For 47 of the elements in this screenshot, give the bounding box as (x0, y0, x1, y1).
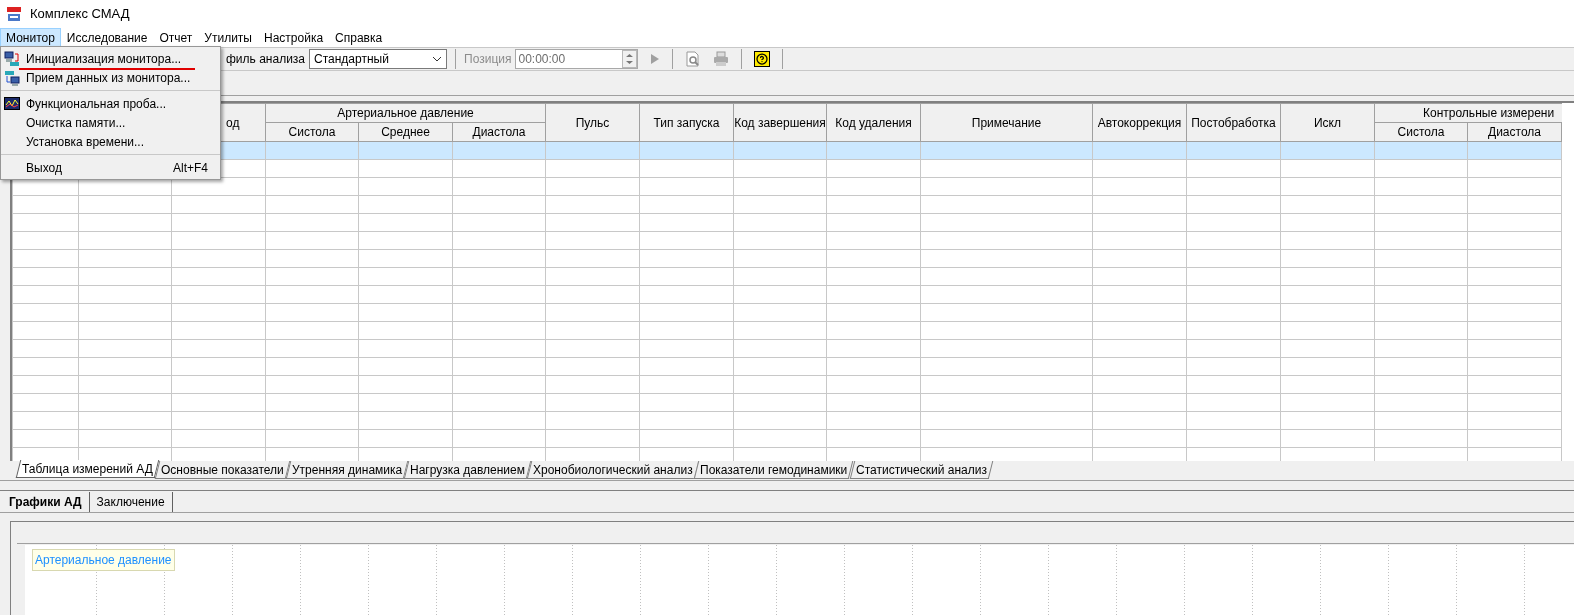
tab[interactable]: Нагрузка давлением (403, 461, 531, 479)
column-header[interactable]: Постобработка (1186, 103, 1281, 142)
menu-item[interactable]: Настройка (258, 28, 330, 47)
position-field[interactable]: 00:00:00 (515, 49, 639, 69)
spinner-icon[interactable] (622, 50, 638, 68)
play-icon[interactable] (650, 53, 661, 65)
profile-dropdown[interactable]: Стандартный (309, 49, 448, 69)
shortcut-label: Alt+F4 (173, 159, 208, 177)
column-header[interactable]: Код завершения (733, 103, 827, 142)
tab[interactable]: Хронобиологический анализ (526, 461, 699, 479)
menu-item[interactable]: Отчет (153, 28, 199, 47)
tab[interactable]: Утренняя динамика (285, 461, 408, 479)
window-title: Комплекс СМАД (30, 5, 130, 24)
menu-entry[interactable]: Функциональная проба... (1, 94, 220, 113)
position-label: Позиция (464, 51, 512, 68)
column-header[interactable]: Автокоррекция (1092, 103, 1187, 142)
caret-icon (432, 56, 443, 62)
tab[interactable]: Таблица измерений АД (15, 460, 159, 478)
menu-entry[interactable]: Инициализация монитора... (1, 49, 220, 68)
chart-monitor-icon (4, 95, 20, 112)
print-preview-icon[interactable] (685, 51, 702, 67)
column-header[interactable]: Искл (1280, 103, 1375, 142)
menu-item[interactable]: Утилиты (198, 28, 258, 47)
printer-icon[interactable] (713, 51, 730, 67)
tab[interactable]: Показатели гемодинамики (694, 461, 854, 479)
tab[interactable]: Статистический анализ (849, 461, 993, 479)
column-header[interactable]: Тип запуска (639, 103, 734, 142)
column-group-header: Контрольные измерени (1374, 103, 1562, 123)
chart-legend: Артериальное давление (32, 549, 175, 571)
app-icon (6, 6, 22, 22)
column-header[interactable]: Код удаления (826, 103, 921, 142)
tab[interactable]: Основные показатели (154, 461, 290, 479)
profile-label: филь анализа (226, 51, 306, 68)
computer-icon (4, 50, 20, 67)
help-icon (756, 53, 769, 65)
computer-icon (4, 69, 20, 86)
menu-entry[interactable]: Выход Alt+F4 (1, 158, 220, 177)
column-group-header: Артериальное давление (265, 103, 546, 123)
menu-item[interactable]: Исследование (60, 28, 154, 47)
column-header[interactable]: Пульс (545, 103, 640, 142)
menu-item[interactable]: Справка (329, 28, 389, 47)
menu-entry[interactable]: Установка времени... (1, 132, 220, 151)
menu-item[interactable]: Монитор (0, 28, 61, 47)
help-button[interactable] (754, 51, 771, 67)
menu-entry[interactable]: Прием данных из монитора... (1, 68, 220, 87)
column-header[interactable]: Примечание (920, 103, 1093, 142)
menu-entry[interactable]: Очистка памяти... (1, 113, 220, 132)
